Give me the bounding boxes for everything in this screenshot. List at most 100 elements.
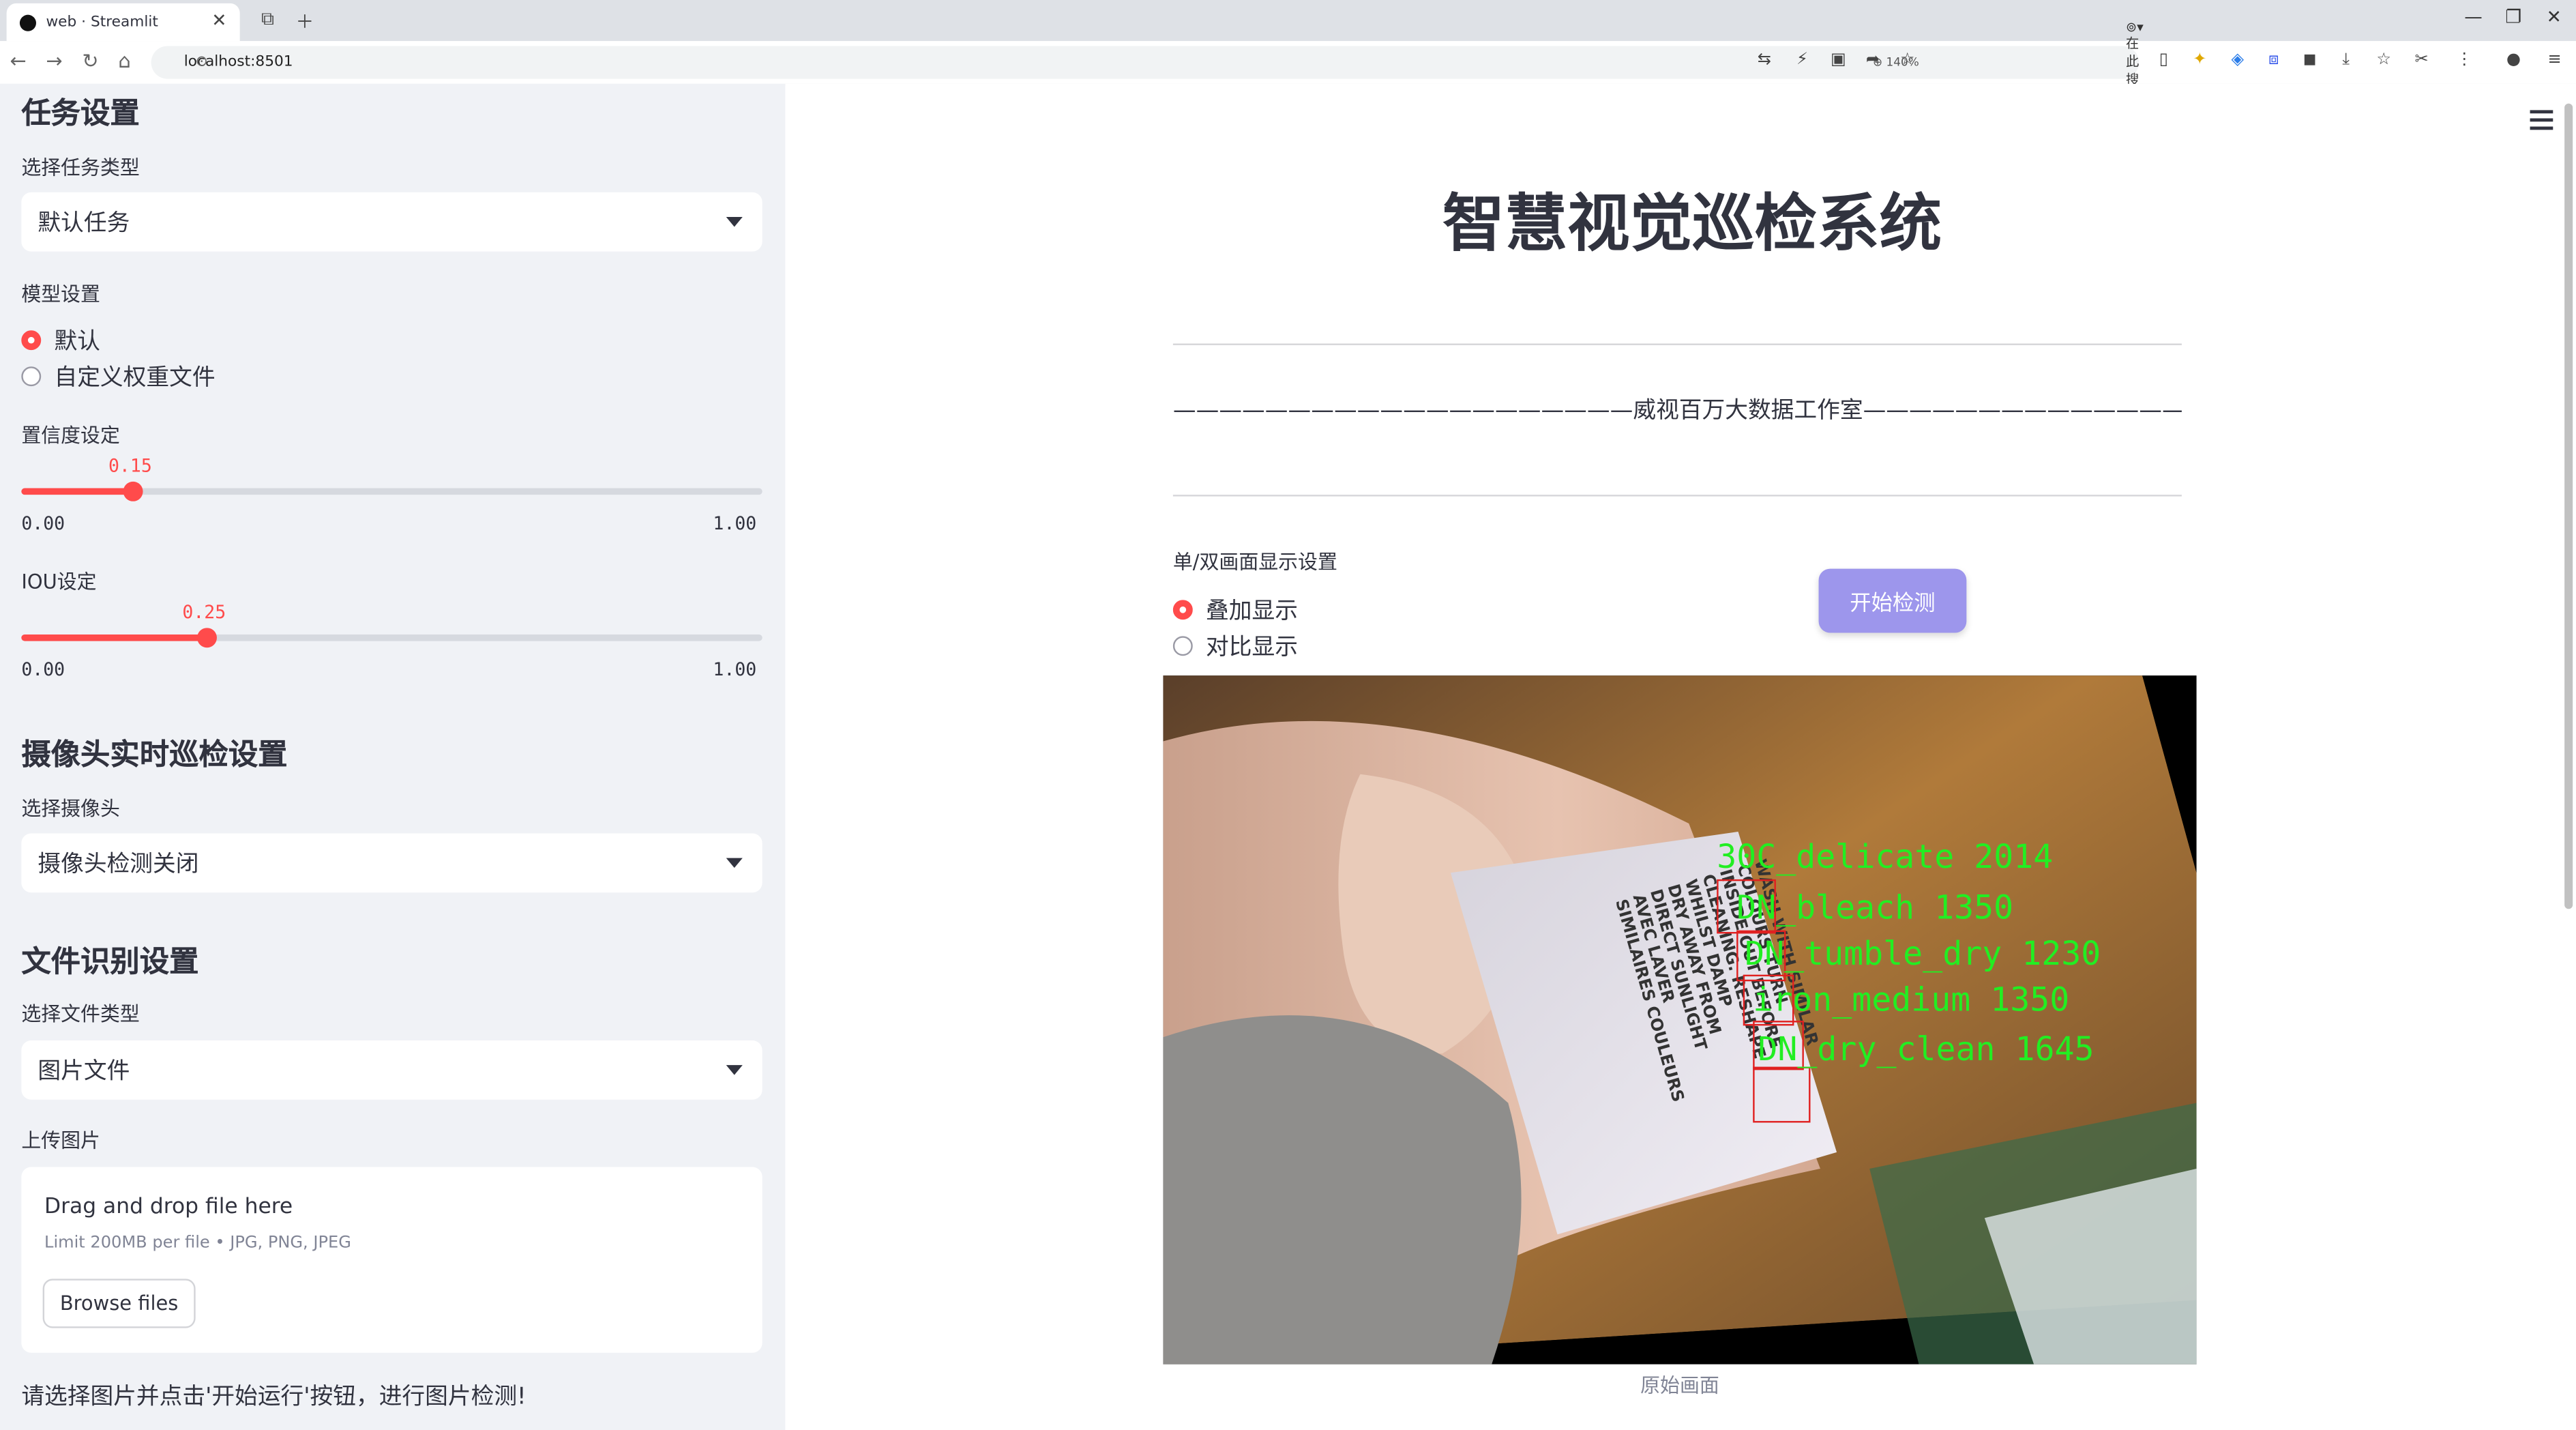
streamlit-favicon-icon — [19, 14, 36, 31]
image-caption: 原始画面 — [1640, 1374, 1719, 1397]
detection-label: DN_tumble_dry 1230 — [1745, 933, 2101, 973]
detection-label: DN_dry_clean 1645 — [1758, 1029, 2094, 1068]
model-option-custom: 自定义权重文件 — [54, 364, 216, 392]
chevron-down-icon — [726, 858, 743, 869]
restore-icon[interactable]: ❐ — [2505, 7, 2521, 28]
translate-icon[interactable]: ⇆ — [1755, 51, 1775, 71]
phone-icon[interactable]: ▯ — [2154, 51, 2174, 71]
detection-score: 2014 — [1974, 836, 2054, 877]
display-mode-label: 单/双画面显示设置 — [1172, 551, 1337, 574]
iou-slider-thumb[interactable] — [196, 628, 217, 648]
extension-dark-icon[interactable]: ◼ — [2300, 51, 2320, 71]
detection-label: 30C_delicate 2014 — [1717, 836, 2053, 876]
detection-score: 1645 — [2015, 1029, 2094, 1068]
extension-translate-icon[interactable]: ⧈ — [2264, 51, 2283, 71]
detection-box — [1753, 1066, 1811, 1123]
camera-select-label: 选择摄像头 — [21, 797, 120, 821]
file-type-value: 图片文件 — [38, 1058, 130, 1085]
detection-class: 30C_delicate — [1717, 836, 1955, 877]
task-type-value: 默认任务 — [38, 210, 130, 237]
chevron-down-icon — [726, 1065, 743, 1075]
browser-menu-icon[interactable]: ≡ — [2545, 51, 2564, 71]
divider-top — [1172, 343, 2182, 345]
divider-bottom — [1172, 495, 2182, 497]
screenshot-icon[interactable]: ✂ — [2412, 51, 2431, 71]
radio-unchecked-icon — [1172, 636, 1193, 656]
display-option-compare: 对比显示 — [1206, 634, 1298, 661]
iou-value: 0.25 — [182, 601, 226, 624]
reload-icon[interactable]: ↻ — [82, 49, 98, 72]
task-type-select[interactable]: 默认任务 — [21, 192, 763, 252]
back-icon[interactable]: ← — [10, 49, 26, 72]
detection-class: DN_tumble_dry — [1745, 933, 2002, 974]
tab-switch-icon[interactable]: ⧉ — [261, 8, 274, 31]
detection-score: 1350 — [1990, 979, 2070, 1019]
model-radio-default[interactable]: 默认 — [21, 324, 100, 357]
file-type-label: 选择文件类型 — [21, 1002, 140, 1026]
file-settings-heading: 文件识别设置 — [21, 945, 199, 980]
reader-icon[interactable]: ▣ — [1829, 51, 1848, 71]
upload-hint: 请选择图片并点击'开始运行'按钮，进行图片检测! — [21, 1384, 527, 1411]
upload-label: 上传图片 — [21, 1129, 100, 1152]
browser-tab[interactable]: web · Streamlit ✕ — [6, 3, 240, 42]
radio-checked-icon — [1172, 600, 1193, 620]
new-tab-icon[interactable]: ＋ — [296, 8, 314, 35]
share-icon[interactable]: ➦ — [1863, 51, 1883, 71]
profile-avatar-icon[interactable]: ● — [2504, 51, 2523, 71]
close-tab-icon[interactable]: ✕ — [211, 10, 226, 31]
file-uploader-dropzone[interactable]: Drag and drop file here Limit 200MB per … — [21, 1167, 763, 1353]
confidence-label: 置信度设定 — [21, 424, 120, 448]
display-option-overlay: 叠加显示 — [1206, 598, 1298, 625]
tab-title: web · Streamlit — [46, 14, 158, 31]
detection-label: DN_bleach 1350 — [1736, 888, 2013, 927]
lightning-icon[interactable]: ⚡ — [1792, 51, 1812, 71]
studio-banner: ————————————————————威视百万大数据工作室——————————… — [1172, 398, 2182, 424]
more-menu-icon[interactable]: ⋮ — [2455, 51, 2474, 71]
bookmark-star-icon[interactable]: ☆ — [1897, 51, 1917, 71]
model-radio-custom[interactable]: 自定义权重文件 — [21, 360, 216, 393]
iou-slider[interactable] — [21, 628, 763, 648]
sidebar: 任务设置 选择任务类型 默认任务 模型设置 默认 自定义权重文件 置信度设定 0… — [0, 83, 786, 1430]
upload-drag-text: Drag and drop file here — [44, 1195, 293, 1220]
radio-unchecked-icon — [21, 366, 42, 387]
file-type-select[interactable]: 图片文件 — [21, 1040, 763, 1100]
detection-class: iron_medium — [1753, 979, 1971, 1019]
close-window-icon[interactable]: ✕ — [2547, 7, 2562, 28]
start-detection-button[interactable]: 开始检测 — [1818, 568, 1967, 633]
display-radio-compare[interactable]: 对比显示 — [1172, 630, 1298, 662]
camera-select-value: 摄像头检测关闭 — [38, 851, 199, 878]
confidence-slider-thumb[interactable] — [122, 481, 143, 501]
task-type-label: 选择任务类型 — [21, 156, 140, 179]
detection-score: 1350 — [1934, 887, 2014, 927]
home-icon[interactable]: ⌂ — [118, 49, 130, 72]
iou-slider-fill — [21, 634, 207, 641]
iou-label: IOU设定 — [21, 570, 97, 594]
confidence-value: 0.15 — [108, 455, 152, 477]
extension-colorful-icon[interactable]: ✦ — [2190, 51, 2210, 71]
upload-limit-text: Limit 200MB per file • JPG, PNG, JPEG — [44, 1234, 351, 1253]
hamburger-menu-icon[interactable] — [2530, 110, 2553, 134]
download-icon[interactable]: ⤓ — [2336, 51, 2356, 71]
iou-max: 1.00 — [713, 659, 757, 681]
forward-icon[interactable]: → — [46, 49, 62, 72]
camera-select[interactable]: 摄像头检测关闭 — [21, 833, 763, 893]
iou-min: 0.00 — [21, 659, 65, 681]
confidence-max: 1.00 — [713, 512, 757, 534]
minimize-icon[interactable]: — — [2464, 7, 2482, 28]
favorites-icon[interactable]: ☆ — [2374, 51, 2394, 71]
detection-class: DN_dry_clean — [1758, 1029, 1996, 1068]
model-option-default: 默认 — [54, 328, 100, 355]
camera-settings-heading: 摄像头实时巡检设置 — [21, 738, 288, 773]
site-info-icon[interactable]: ⊙ — [196, 55, 208, 71]
browse-files-button[interactable]: Browse files — [42, 1279, 196, 1328]
display-radio-overlay[interactable]: 叠加显示 — [1172, 594, 1298, 626]
page-title: 智慧视觉巡检系统 — [1442, 187, 1942, 260]
detection-score: 1230 — [2022, 933, 2101, 974]
browser-tab-bar: web · Streamlit ✕ ⧉ ＋ — ❐ ✕ — [0, 0, 2576, 42]
main-content: 智慧视觉巡检系统 ————————————————————威视百万大数据工作室—… — [785, 83, 2576, 1430]
confidence-slider[interactable] — [21, 481, 763, 501]
extension-blue-icon[interactable]: ◈ — [2227, 51, 2247, 71]
confidence-min: 0.00 — [21, 512, 65, 534]
confidence-slider-fill — [21, 488, 133, 495]
task-settings-heading: 任务设置 — [21, 97, 140, 132]
